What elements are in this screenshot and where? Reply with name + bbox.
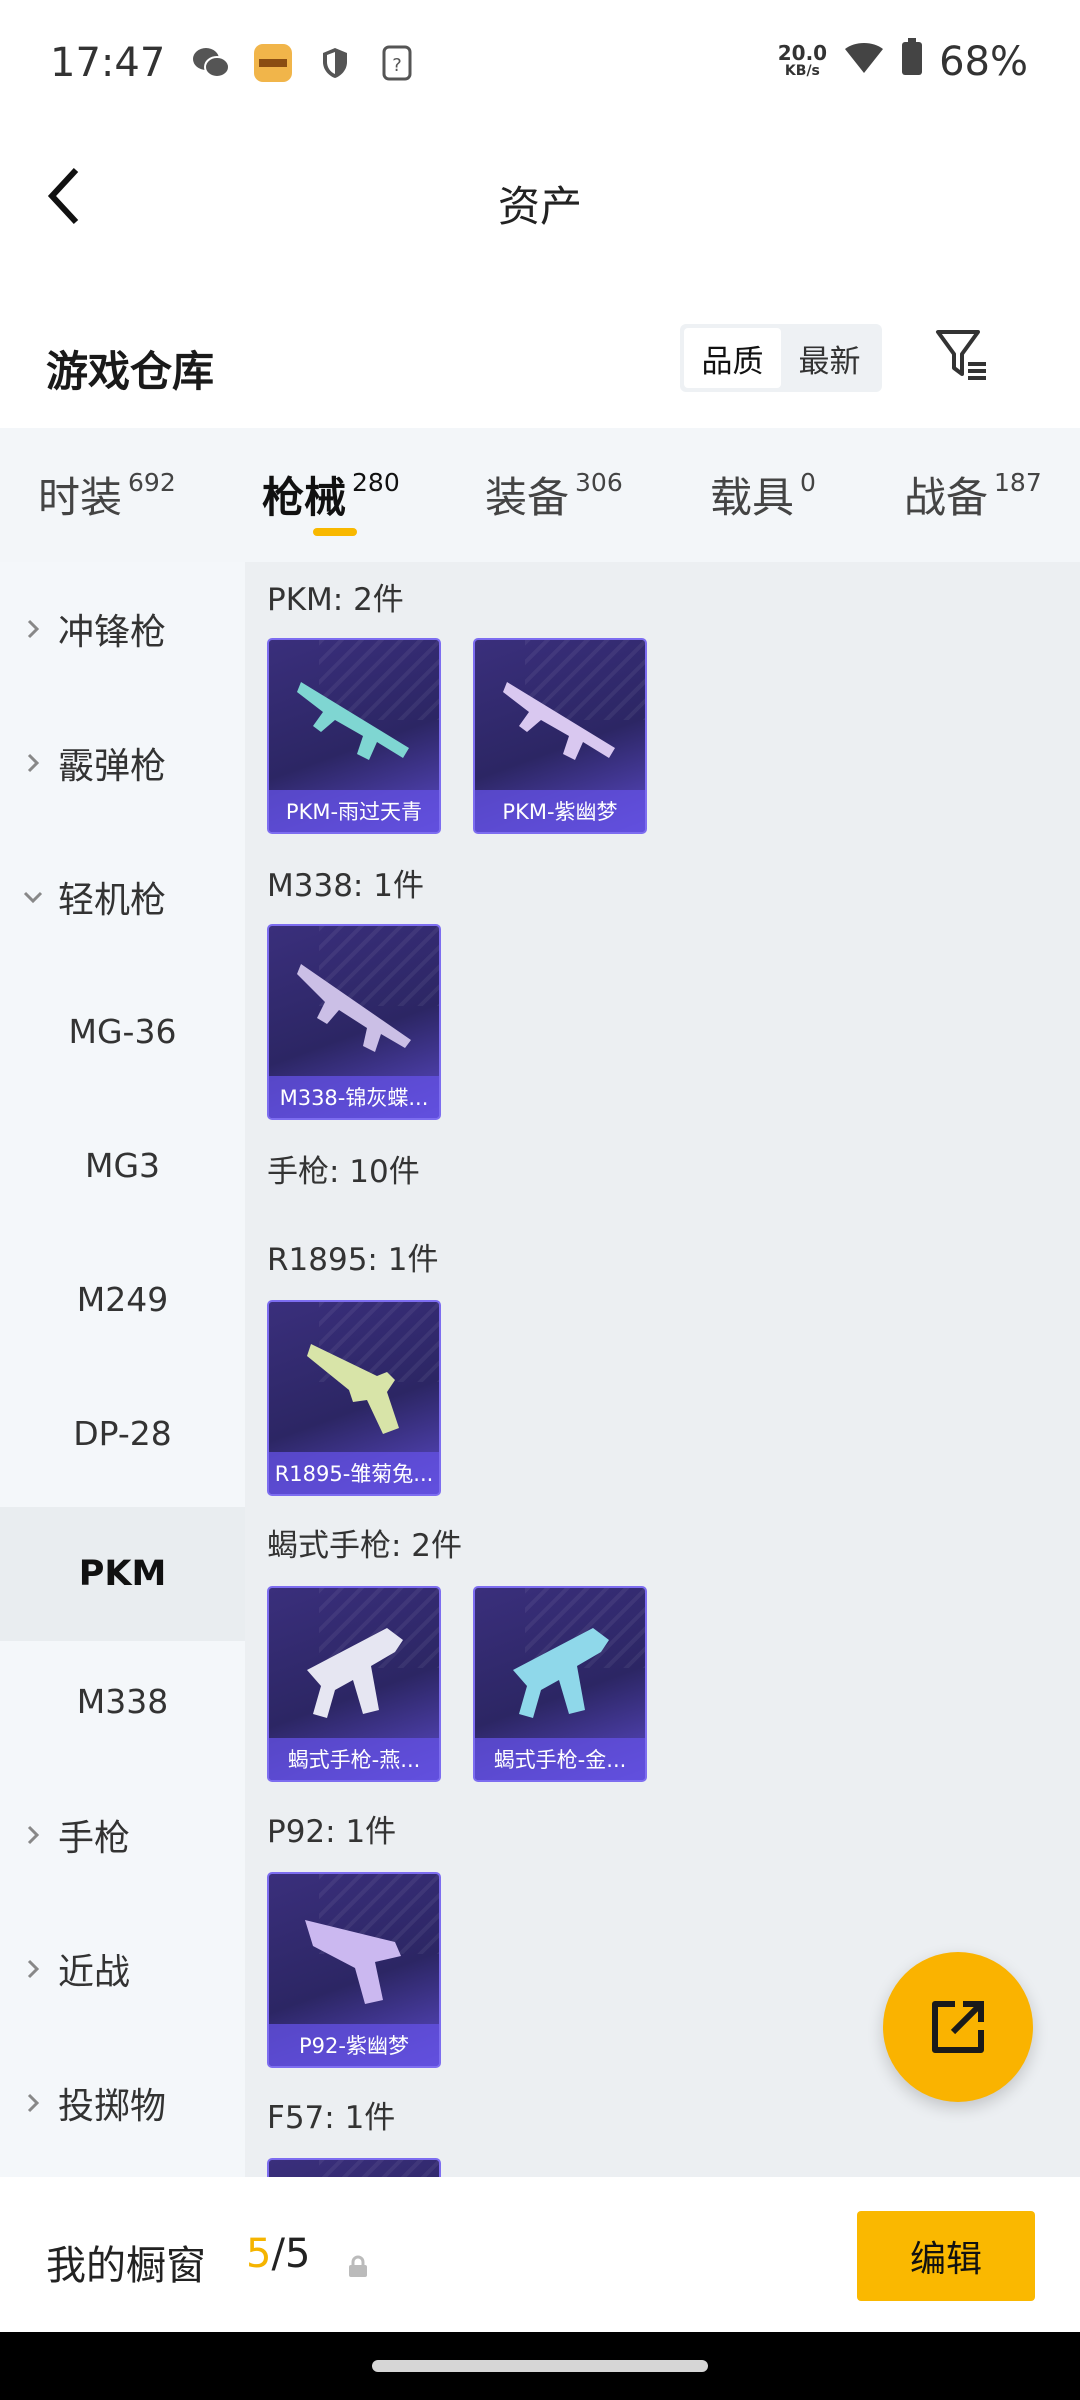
group-label-scorpion: 蝎式手枪: 2件 [267,1528,463,1564]
sidebar-item-smg[interactable]: 冲锋枪 [0,562,245,696]
weapon-card[interactable]: PKM-雨过天青 [267,638,441,834]
weapon-card-name: 蝎式手枪-燕... [269,1738,439,1780]
group-label-f57: F57: 1件 [267,2100,396,2136]
weapon-card-name: R1895-雏菊兔... [269,1452,439,1494]
category-tabs: 时装 692 枪械 280 装备 306 载具 0 战备 187 [0,428,1080,562]
tab-fashion[interactable]: 时装 692 [38,464,176,525]
sidebar-item-melee[interactable]: 近战 [0,1902,245,2036]
home-indicator[interactable] [372,2360,708,2372]
group-label-m338: M338: 1件 [267,868,424,904]
shield-icon [315,43,355,83]
lock-icon [349,2255,367,2277]
showcase-count: 5/5 [246,2231,311,2277]
sidebar: 冲锋枪 霰弹枪 轻机枪 MG-36 MG3 M249 DP-28 PKM M33… [0,562,245,2177]
filter-icon [936,330,986,380]
weapon-card-name: PKM-雨过天青 [269,790,439,832]
share-icon [932,2001,984,2053]
tab-equipment[interactable]: 装备 306 [485,464,623,525]
wifi-icon [843,39,885,85]
weapon-card-name: P92-紫幽梦 [269,2024,439,2066]
weapon-list[interactable]: PKM: 2件 PKM-雨过天青 PKM-紫幽梦 M338: 1件 M338-锦… [245,562,1080,2177]
weapon-card[interactable]: 蝎式手枪-金... [473,1586,647,1782]
battery-level: 68% [939,39,1028,85]
sidebar-item-m249[interactable]: M249 [0,1232,245,1366]
sidebar-item-dp28[interactable]: DP-28 [0,1366,245,1500]
chevron-right-icon [27,1825,40,1845]
system-nav-bar [0,2332,1080,2400]
sidebar-item-mg3[interactable]: MG3 [0,1098,245,1232]
chevron-right-icon [27,1959,40,1979]
page-title: 资产 [497,182,582,231]
showcase-label: 我的橱窗 [46,2243,206,2289]
title-bar: 资产 [0,125,1080,265]
pistol-icon [513,1628,609,1718]
chevron-right-icon [27,753,40,773]
sort-latest-option[interactable]: 最新 [781,328,878,388]
sidebar-item-pkm[interactable]: PKM [0,1507,245,1641]
weapon-card[interactable]: 蝎式手枪-燕... [267,1586,441,1782]
tab-vehicles[interactable]: 载具 0 [710,464,816,525]
app-icon [253,43,293,83]
sidebar-item-mg36[interactable]: MG-36 [0,964,245,1098]
showcase-bar: 我的橱窗 5/5 编辑 [0,2177,1080,2332]
wechat-icon [191,43,231,83]
share-button[interactable] [883,1952,1033,2102]
weapon-card-name: 蝎式手枪-金... [475,1738,645,1780]
weapon-card[interactable]: R1895-雏菊兔... [267,1300,441,1496]
group-label-r1895: R1895: 1件 [267,1242,439,1278]
status-bar: 17:47 ? 20.0 KB/s 68% [0,0,1080,125]
group-label-pistols: 手枪: 10件 [267,1154,420,1190]
section-title: 游戏仓库 [46,347,215,396]
sidebar-item-throwables[interactable]: 投掷物 [0,2036,245,2170]
sidebar-item-pistol[interactable]: 手枪 [0,1768,245,1902]
status-time: 17:47 [50,39,166,86]
chevron-down-icon [23,891,43,904]
rifle-icon [503,682,615,760]
sort-quality-option[interactable]: 品质 [684,328,781,388]
group-label-p92: P92: 1件 [267,1814,397,1850]
pistol-icon [307,1628,403,1718]
weapon-card-name: M338-锦灰蝶... [269,1076,439,1118]
svg-text:?: ? [393,55,403,76]
net-speed: 20.0 KB/s [777,41,828,79]
weapon-card-name: PKM-紫幽梦 [475,790,645,832]
weapon-card[interactable]: P92-紫幽梦 [267,1872,441,2068]
edit-button[interactable]: 编辑 [857,2211,1035,2301]
question-icon: ? [377,43,417,83]
group-label-pkm: PKM: 2件 [267,582,404,618]
rifle-icon [297,964,411,1052]
chevron-right-icon [27,619,40,639]
filter-button[interactable] [930,322,994,386]
pistol-icon [305,1920,401,2004]
chevron-right-icon [27,2093,40,2113]
rifle-icon [297,682,409,760]
weapon-card[interactable]: M338-锦灰蝶... [267,924,441,1120]
tab-supplies[interactable]: 战备 187 [904,464,1042,525]
weapon-card[interactable] [267,2158,441,2177]
sidebar-item-lmg[interactable]: 轻机枪 [0,830,245,964]
sidebar-item-shotgun[interactable]: 霰弹枪 [0,696,245,830]
battery-icon [901,38,923,86]
weapon-card[interactable]: PKM-紫幽梦 [473,638,647,834]
tab-guns[interactable]: 枪械 280 [262,464,400,525]
pistol-icon [307,1344,399,1434]
sort-toggle: 品质 最新 [680,324,882,392]
active-tab-indicator [313,528,357,536]
sidebar-item-m338[interactable]: M338 [0,1634,245,1768]
